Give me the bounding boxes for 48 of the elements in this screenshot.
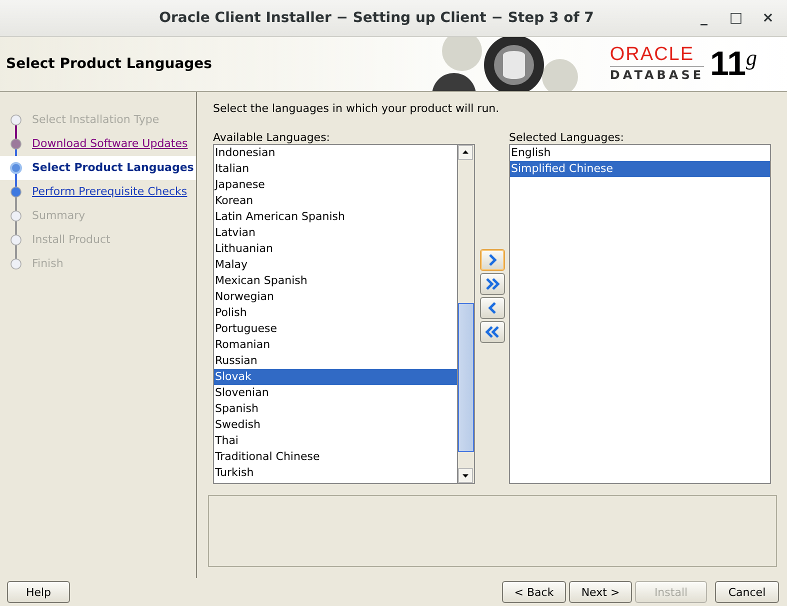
chevron-icon <box>484 324 500 340</box>
language-item[interactable]: English <box>510 144 770 161</box>
language-item[interactable]: Slovenian <box>214 384 457 401</box>
scroll-down-button[interactable] <box>458 468 473 483</box>
language-item[interactable]: Korean <box>214 192 457 209</box>
language-item[interactable]: Turkish <box>214 464 457 481</box>
language-item[interactable]: Latin American Spanish <box>214 208 457 225</box>
product-name: DATABASE <box>610 67 704 84</box>
list-label: Available Languages: <box>213 130 332 144</box>
language-item[interactable]: Romanian <box>214 336 457 353</box>
scrollbar-thumb[interactable] <box>458 302 474 452</box>
add-button[interactable] <box>480 248 504 271</box>
chevron-icon <box>484 276 500 292</box>
maximize-button[interactable]: □ <box>725 10 747 26</box>
remove-all-button[interactable] <box>480 320 504 343</box>
language-item[interactable]: Malay <box>214 256 457 273</box>
instruction-text: Select the languages in which your product will run. <box>212 102 500 116</box>
minimize-button[interactable]: _ <box>693 10 715 26</box>
dialog-button[interactable]: Help <box>7 581 70 604</box>
remove-button[interactable] <box>480 296 504 319</box>
language-item[interactable]: Indonesian <box>214 144 457 161</box>
add-all-button[interactable] <box>480 272 504 295</box>
language-item[interactable]: Japanese <box>214 176 457 193</box>
language-item[interactable]: Polish <box>214 304 457 321</box>
language-item[interactable]: Italian <box>214 160 457 177</box>
language-item[interactable]: Simplified Chinese <box>510 160 770 177</box>
language-item[interactable]: Norwegian <box>214 288 457 305</box>
language-item[interactable]: Russian <box>214 352 457 369</box>
dialog-button[interactable]: Cancel <box>715 581 779 604</box>
close-button[interactable]: × <box>757 10 779 26</box>
page-title: Select Product Languages <box>5 56 213 72</box>
language-item[interactable]: Spanish <box>214 400 457 417</box>
step-link[interactable]: Download Software Updates <box>32 137 188 150</box>
language-item[interactable]: Swedish <box>214 416 457 433</box>
brand-logo: ORACLE <box>610 44 704 68</box>
scroll-up-button[interactable] <box>458 144 473 160</box>
language-item[interactable]: Slovak <box>214 368 457 385</box>
step-link[interactable]: Perform Prerequisite Checks <box>32 185 188 198</box>
dialog-button[interactable]: Next > <box>569 581 632 604</box>
language-item[interactable]: Thai <box>214 432 457 449</box>
window-title: Oracle Client Installer − Setting up Client − Step 3 of 7 <box>158 10 595 26</box>
language-item[interactable]: Lithuanian <box>214 240 457 257</box>
language-item[interactable]: Latvian <box>214 224 457 241</box>
dialog-button[interactable]: < Back <box>502 581 566 604</box>
list-label: Selected Languages: <box>509 130 625 144</box>
language-item[interactable]: Portuguese <box>214 320 457 337</box>
language-item[interactable]: Traditional Chinese <box>214 448 457 465</box>
language-item[interactable]: Mexican Spanish <box>214 272 457 289</box>
